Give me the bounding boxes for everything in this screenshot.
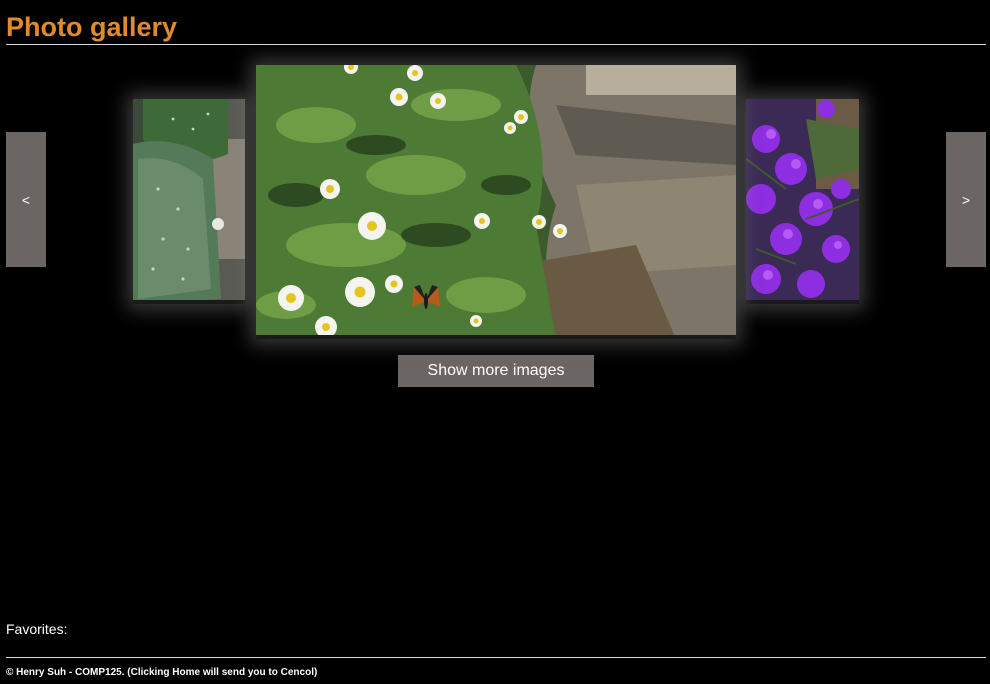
photo-shadow-strip [133,300,245,304]
header-divider [6,44,986,45]
previous-photo[interactable] [133,99,245,304]
previous-photo-button[interactable]: < [6,132,46,267]
purple-flowers-image [746,99,859,304]
photo-shadow-strip [746,300,859,304]
daisies-image [256,65,736,339]
current-photo[interactable] [256,65,736,339]
photo-shadow-strip [256,335,736,339]
show-more-images-button[interactable]: Show more images [398,355,594,387]
next-photo-button[interactable]: > [946,132,986,267]
page-title: Photo gallery [6,12,178,42]
footer-text: © Henry Suh - COMP125. (Clicking Home wi… [6,667,318,678]
gallery-page: Photo gallery < > Show more images Favor… [0,0,990,684]
footer-divider [6,657,986,658]
cactus-image [133,99,245,304]
next-photo[interactable] [746,99,859,304]
favorites-label: Favorites: [6,621,68,637]
